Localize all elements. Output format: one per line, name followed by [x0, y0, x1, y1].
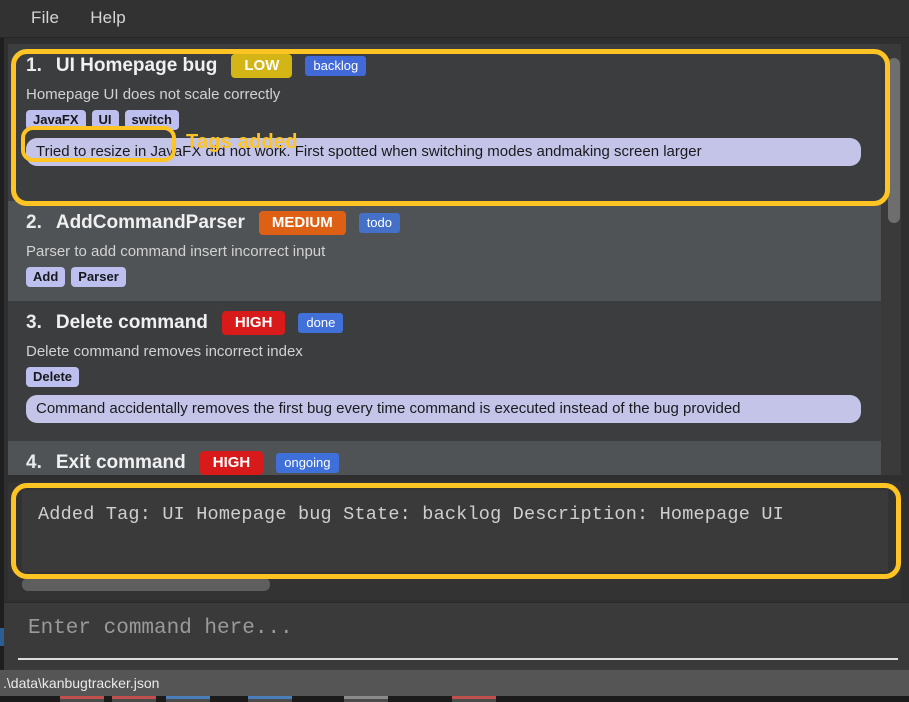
- bug-card[interactable]: 3. Delete command HIGH done Delete comma…: [8, 301, 881, 441]
- bug-note: Command accidentally removes the first b…: [26, 395, 861, 423]
- taskbar-item-accent: [452, 696, 496, 699]
- bug-card-header: 4. Exit command HIGH ongoing: [26, 451, 867, 475]
- bug-list-panel[interactable]: 1. UI Homepage bug LOW backlog Homepage …: [8, 44, 901, 475]
- bug-tag-row: JavaFX UI switch: [26, 110, 867, 130]
- taskbar-item-accent: [166, 696, 210, 699]
- bug-index: 2.: [26, 212, 42, 233]
- state-badge: todo: [358, 213, 400, 233]
- bug-tag: switch: [124, 110, 180, 130]
- result-display-text: Added Tag: UI Homepage bug State: backlo…: [22, 490, 888, 572]
- bug-description: Parser to add command insert incorrect i…: [26, 243, 326, 260]
- taskbar-item-accent: [60, 696, 104, 699]
- state-badge: backlog: [305, 56, 367, 76]
- bug-tag: JavaFX: [26, 110, 86, 130]
- taskbar-item-accent: [344, 696, 388, 699]
- bug-note: Tried to resize in JavaFX did not work. …: [26, 138, 861, 166]
- taskbar-item-accent: [112, 696, 156, 699]
- result-display-panel: Added Tag: UI Homepage bug State: backlo…: [8, 482, 901, 600]
- bug-title: Delete command: [55, 312, 208, 333]
- command-input-underline: [18, 658, 898, 660]
- menu-item-help[interactable]: Help: [77, 6, 139, 32]
- bug-description: Homepage UI does not scale correctly: [26, 86, 281, 103]
- window-left-edge: [0, 0, 4, 702]
- result-hscrollbar-thumb[interactable]: [22, 578, 270, 591]
- priority-badge: MEDIUM: [258, 211, 346, 235]
- bug-card[interactable]: 2. AddCommandParser MEDIUM todo Parser t…: [8, 201, 881, 301]
- annotation-label-tags-added: Tags added: [186, 131, 298, 153]
- bug-card-header: 1. UI Homepage bug LOW backlog: [26, 54, 867, 78]
- command-input-area: [4, 602, 909, 670]
- priority-badge: LOW: [231, 54, 293, 78]
- state-badge: ongoing: [276, 453, 339, 473]
- state-badge: done: [298, 313, 344, 333]
- bug-title: UI Homepage bug: [55, 55, 218, 76]
- os-taskbar-sliver: [0, 696, 909, 702]
- bug-tag: Add: [26, 267, 66, 287]
- bug-card[interactable]: 1. UI Homepage bug LOW backlog Homepage …: [8, 44, 881, 201]
- bug-card-header: 3. Delete command HIGH done: [26, 311, 867, 335]
- app-window: File Help 1. UI Homepage bug LOW backlog…: [0, 0, 909, 702]
- bug-card-header: 2. AddCommandParser MEDIUM todo: [26, 211, 867, 235]
- menu-item-file[interactable]: File: [18, 6, 72, 32]
- bug-index: 4.: [26, 452, 42, 473]
- priority-badge: HIGH: [199, 451, 264, 475]
- bug-list-scrollbar-thumb[interactable]: [888, 58, 900, 223]
- status-bar: .\data\kanbugtracker.json: [0, 670, 909, 696]
- bug-index: 3.: [26, 312, 42, 333]
- status-bar-file-path: .\data\kanbugtracker.json: [3, 675, 160, 691]
- bug-tag-row: Delete: [26, 367, 867, 387]
- bug-tag: Delete: [26, 367, 80, 387]
- bug-index: 1.: [26, 55, 42, 76]
- bug-tag: Parser: [71, 267, 126, 287]
- bug-title: Exit command: [55, 452, 186, 473]
- bug-description: Delete command removes incorrect index: [26, 343, 303, 360]
- bug-tag-row: Add Parser: [26, 267, 867, 287]
- command-input[interactable]: [28, 617, 888, 640]
- bug-card[interactable]: 4. Exit command HIGH ongoing: [8, 441, 881, 475]
- taskbar-item-accent: [248, 696, 292, 699]
- bug-tag: UI: [91, 110, 119, 130]
- priority-badge: HIGH: [221, 311, 286, 335]
- menu-bar: File Help: [0, 0, 909, 38]
- bug-title: AddCommandParser: [55, 212, 245, 233]
